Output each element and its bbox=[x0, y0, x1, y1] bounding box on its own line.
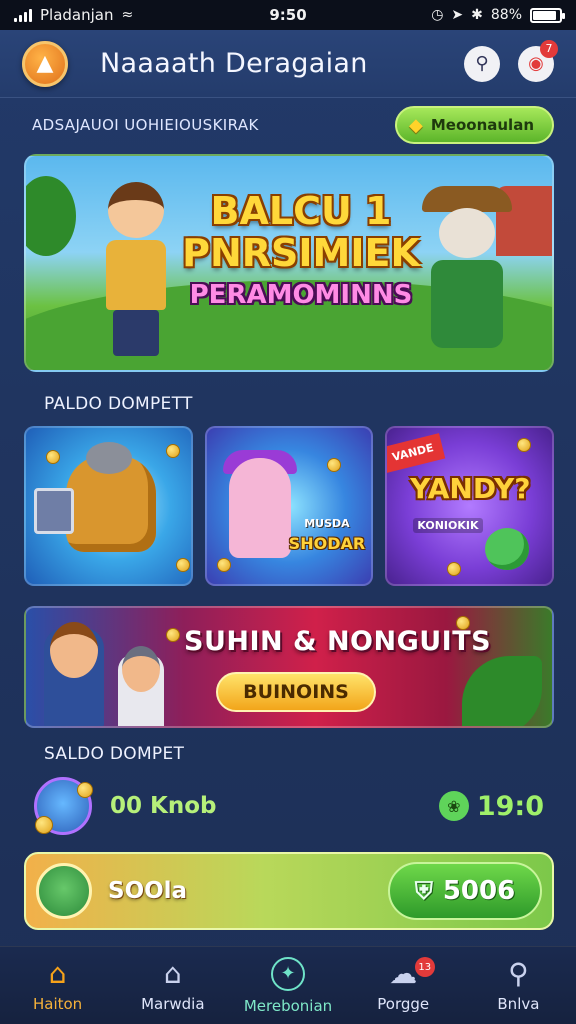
notification-button[interactable]: ◉ 7 bbox=[518, 39, 558, 82]
nav-label-home: Haiton bbox=[32, 994, 83, 1013]
tile3-subtitle: KONIOKIK bbox=[413, 518, 483, 533]
nav-item-home[interactable]: ⌂ Haiton bbox=[0, 947, 115, 1024]
tile3-title: YANDY? bbox=[410, 472, 531, 505]
tile2-title: MUSDA bbox=[304, 517, 350, 530]
nav-item-compass[interactable]: ✦ Merebonian bbox=[230, 947, 345, 1024]
balance-button-value: 5006 bbox=[442, 876, 516, 906]
promo-button-label: Meoonaulan bbox=[430, 116, 534, 134]
wallet-right: ❀ 19:0 bbox=[438, 790, 544, 822]
creature-illustration bbox=[66, 442, 156, 552]
wallet-row: 00 Knob ❀ 19:0 bbox=[34, 774, 544, 838]
bonus-character-2 bbox=[118, 646, 164, 726]
nav-label-search: Bnlva bbox=[497, 994, 540, 1013]
nav-label-compass: Merebonian bbox=[243, 996, 333, 1015]
game-tile-creature[interactable] bbox=[24, 426, 193, 586]
balance-button[interactable]: ⛨ 5006 bbox=[388, 862, 542, 920]
nav-item-gift[interactable]: ☁ 13 Porgge bbox=[346, 947, 461, 1024]
section-title-saldo: SALDO DOMPET bbox=[44, 744, 185, 764]
promo-row: ADSAJAUOI UOHIEIOUSKIRAK ◆ Meoonaulan bbox=[32, 106, 554, 144]
chest-illustration bbox=[34, 488, 74, 534]
section-title-paldo: PALDO DOMPETT bbox=[44, 394, 193, 414]
wallet-right-value: 19:0 bbox=[476, 790, 544, 822]
nav-item-search[interactable]: ⚲ Bnlva bbox=[461, 947, 576, 1024]
balance-avatar bbox=[36, 863, 92, 919]
shield-icon: ⛨ bbox=[414, 877, 433, 905]
hero-tree bbox=[26, 176, 76, 256]
balance-card: SOOla ⛨ 5006 bbox=[24, 852, 554, 930]
tile2-subtitle: SHODAR bbox=[288, 534, 366, 553]
shop-icon: ⌂ bbox=[163, 956, 182, 990]
villain-character bbox=[422, 186, 512, 356]
app-title: Naaaath Deragaian bbox=[100, 48, 368, 79]
notification-badge: 7 bbox=[540, 39, 558, 58]
status-bar: Pladanjan ≈ 9:50 ◷ ➤ ✱ 88% bbox=[0, 0, 576, 30]
status-icons: ◷ ➤ ✱ 88% bbox=[431, 7, 565, 23]
bonus-banner[interactable]: SUHIN & NONGUITS BUINOINS bbox=[24, 606, 554, 728]
hero-title-line1: BALCU 1 bbox=[210, 189, 392, 233]
hero-banner[interactable]: BALCU 1 PNRSIMIEK PERAMOMINNS bbox=[24, 154, 554, 372]
tile2-label: MUSDA SHODAR bbox=[289, 514, 366, 554]
home-icon: ⌂ bbox=[48, 956, 67, 990]
gift-icon: ☁ bbox=[389, 956, 418, 990]
balance-label: SOOla bbox=[108, 878, 188, 904]
bonus-title: SUHIN & NONGUITS bbox=[184, 626, 492, 657]
game-tiles: MUSDA SHODAR VANDE YANDY? KONIOKIK bbox=[24, 426, 555, 586]
bonus-leaf bbox=[462, 656, 542, 726]
bonus-character-1 bbox=[44, 622, 104, 726]
bonus-button[interactable]: BUINOINS bbox=[216, 672, 376, 712]
search-icon: ⚲ bbox=[508, 956, 529, 990]
promo-button[interactable]: ◆ Meoonaulan bbox=[395, 106, 554, 144]
promo-text: ADSAJAUOI UOHIEIOUSKIRAK bbox=[32, 116, 259, 134]
search-button[interactable]: ⚲ bbox=[464, 45, 500, 82]
game-tile-yandy[interactable]: VANDE YANDY? KONIOKIK bbox=[385, 426, 555, 586]
location-icon: ➤ bbox=[451, 7, 464, 23]
battery-fill bbox=[533, 10, 556, 20]
wallet-avatar[interactable] bbox=[34, 777, 93, 835]
bottom-nav: ⌂ Haiton ⌂ Marwdia ✦ Merebonian ☁ 13 Por… bbox=[0, 946, 576, 1024]
fox-logo-icon[interactable]: ▲ bbox=[22, 40, 68, 87]
nav-label-shop: Marwdia bbox=[141, 994, 205, 1013]
wallet-value: 00 Knob bbox=[110, 793, 217, 819]
green-creature-illustration bbox=[485, 528, 530, 570]
tile3-ribbon: VANDE bbox=[387, 433, 446, 473]
leaf-icon: ❀ bbox=[438, 791, 469, 821]
bluetooth-icon: ✱ bbox=[471, 7, 483, 23]
carrier-name: Pladanjan bbox=[40, 6, 114, 24]
status-time: 9:50 bbox=[269, 6, 307, 24]
hero-title: BALCU 1 PNRSIMIEK PERAMOMINNS bbox=[176, 190, 426, 310]
diamond-icon: ◆ bbox=[409, 114, 423, 136]
search-icon: ⚲ bbox=[475, 53, 489, 74]
character-illustration bbox=[228, 458, 291, 558]
header-actions: ⚲ ◉ 7 bbox=[464, 39, 558, 82]
wifi-icon: ≈ bbox=[121, 7, 134, 23]
battery-percent: 88% bbox=[490, 7, 522, 23]
hero-subtitle: PERAMOMINNS bbox=[189, 280, 413, 310]
notification-icon: ◉ bbox=[528, 53, 544, 74]
hero-character bbox=[96, 182, 176, 358]
nav-badge: 13 bbox=[414, 957, 435, 977]
signal-icon bbox=[14, 8, 32, 22]
nav-item-shop[interactable]: ⌂ Marwdia bbox=[115, 947, 230, 1024]
battery-icon bbox=[530, 7, 565, 23]
game-tile-character[interactable]: MUSDA SHODAR bbox=[204, 426, 374, 586]
nav-label-gift: Porgge bbox=[377, 994, 430, 1013]
alarm-icon: ◷ bbox=[431, 7, 444, 23]
hero-title-line2: PNRSIMIEK bbox=[182, 231, 420, 275]
app-header: ▲ Naaaath Deragaian ⚲ ◉ 7 bbox=[0, 30, 576, 98]
compass-icon: ✦ bbox=[271, 956, 305, 991]
